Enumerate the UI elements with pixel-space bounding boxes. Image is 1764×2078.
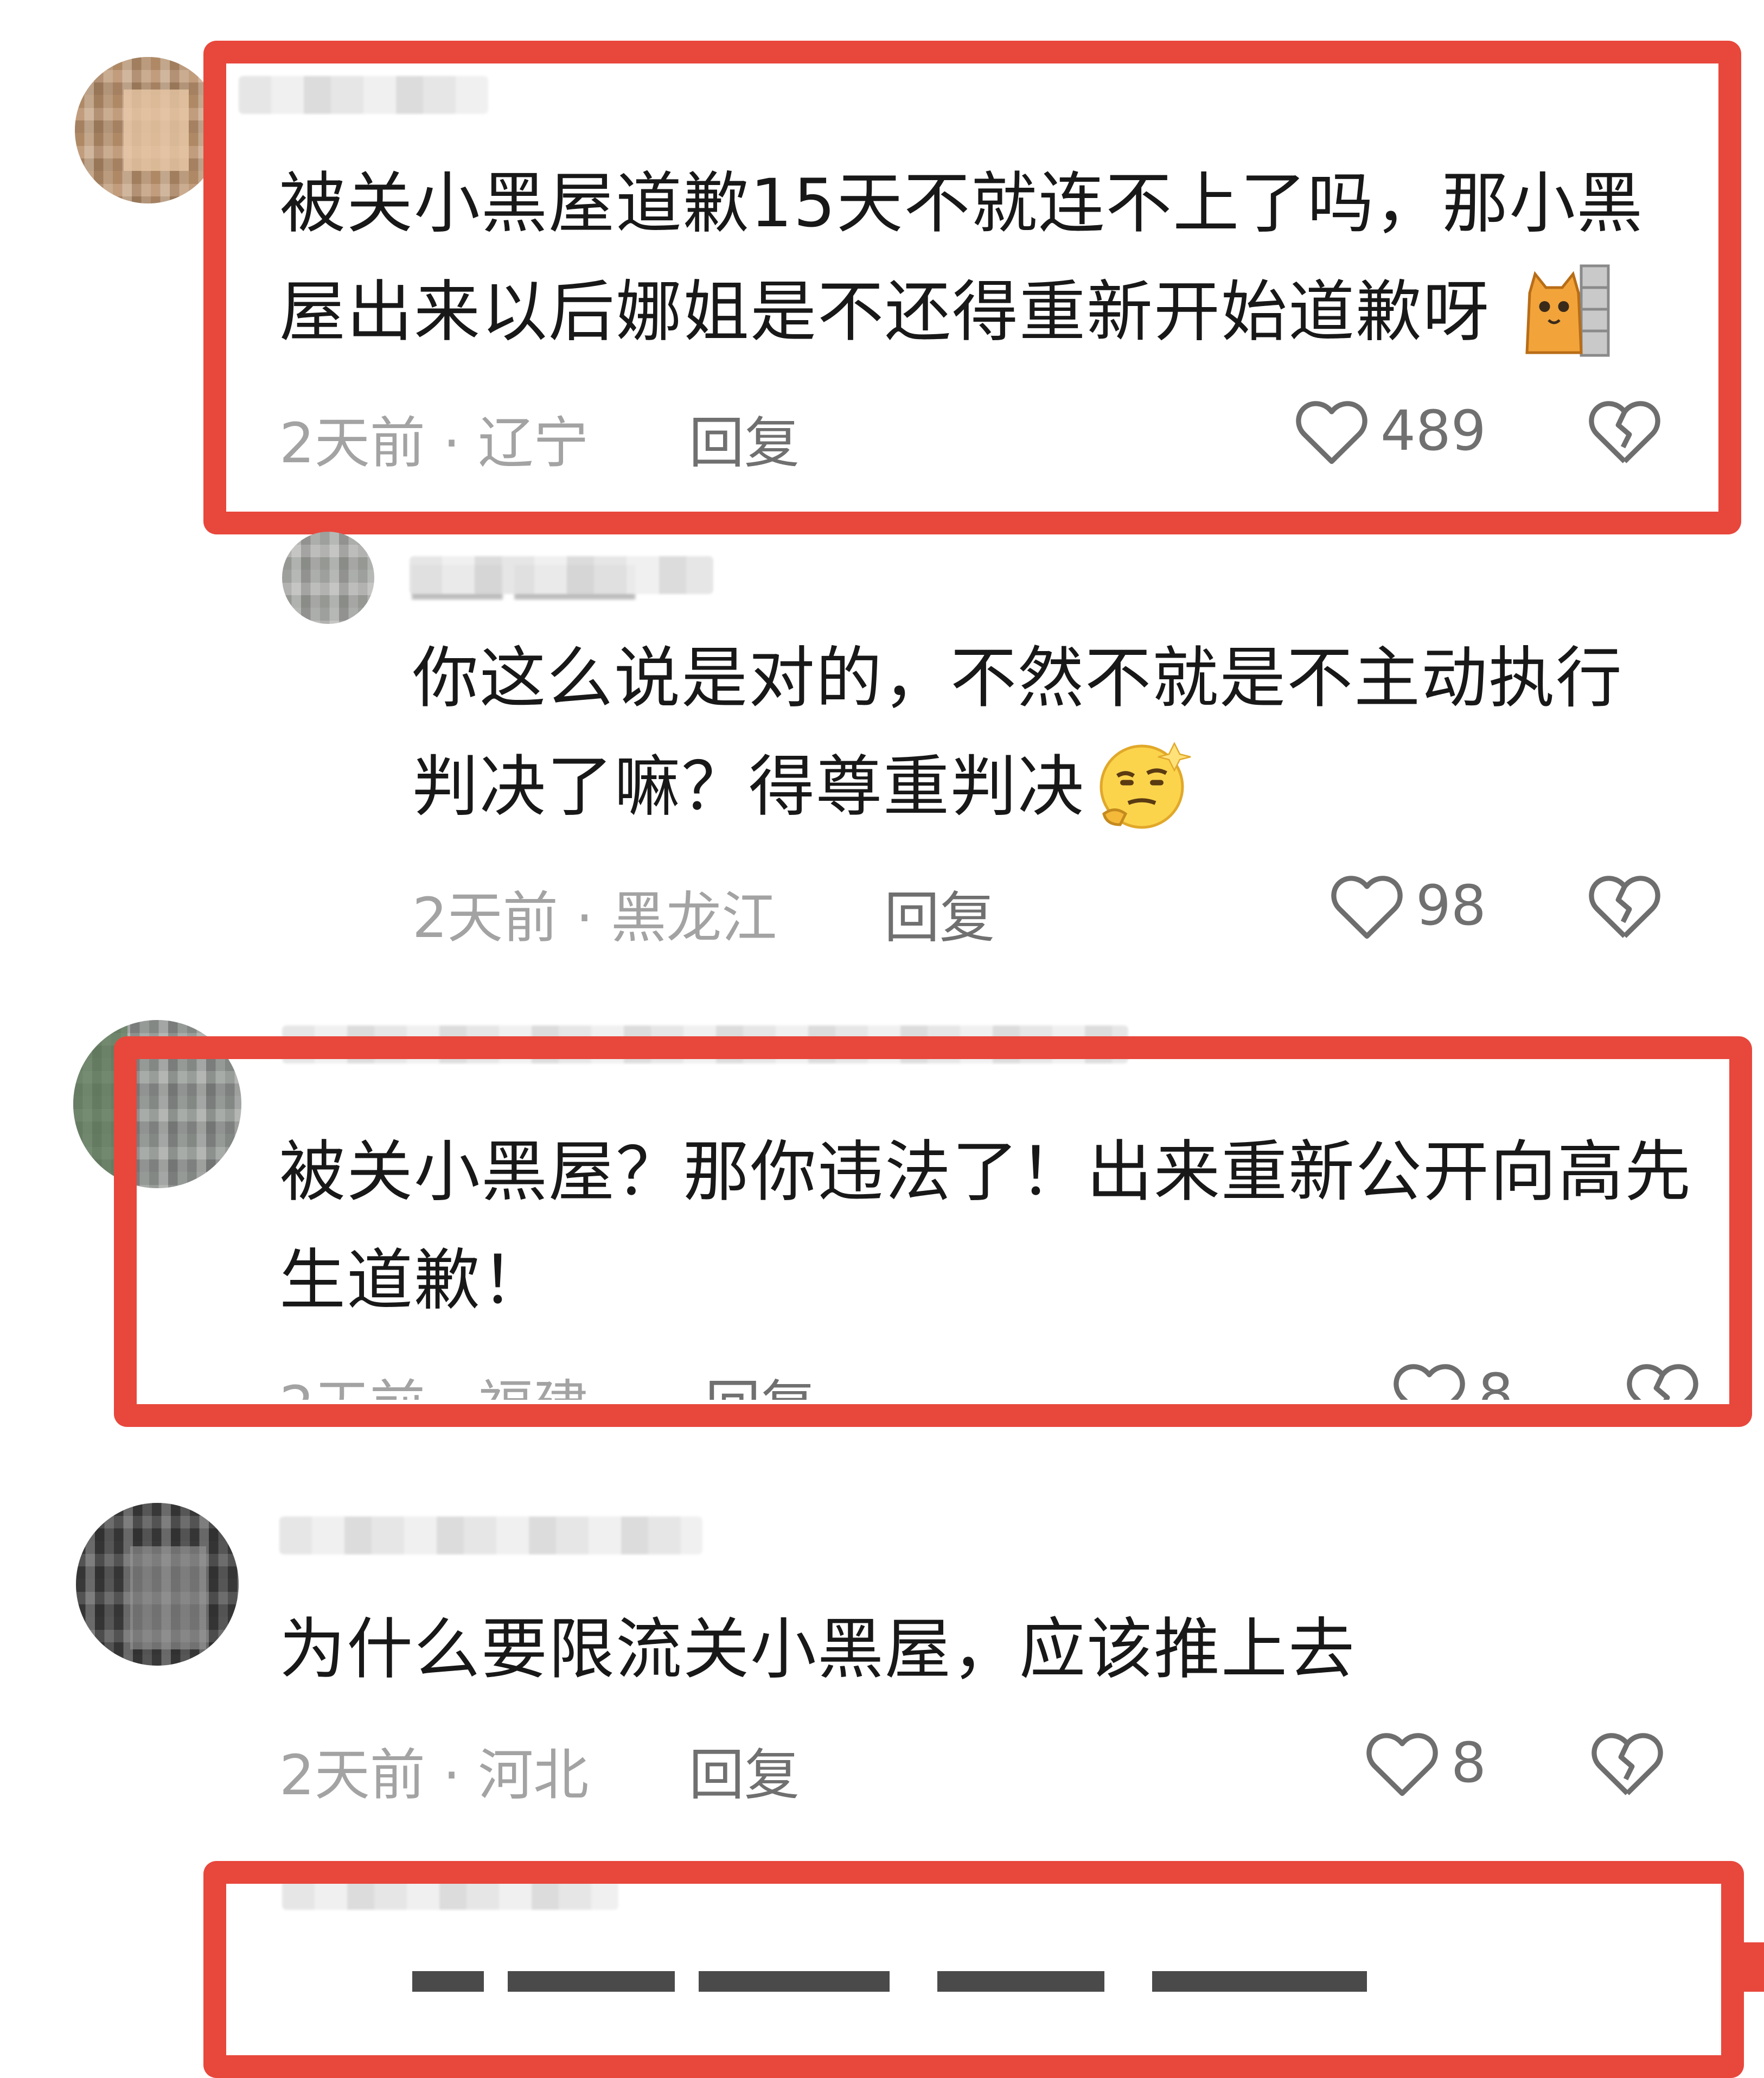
- avatar[interactable]: [75, 57, 221, 203]
- heart-icon[interactable]: [1364, 1728, 1440, 1799]
- reply-button[interactable]: 回复: [884, 874, 995, 953]
- dislike-broken-heart-icon[interactable]: [1587, 871, 1663, 941]
- comment-time: 2天前: [279, 1743, 425, 1808]
- avatar[interactable]: [282, 532, 374, 624]
- comment-location: 黑龙江: [611, 886, 777, 951]
- separator: ·: [443, 1743, 461, 1808]
- comment-text: 为什么要限流关小黑屋，应该推上去: [279, 1611, 1356, 1688]
- comment-meta: 2天前 · 黑龙江: [412, 874, 777, 953]
- comment-text: 你这么说是对的，不然不就是不主动执行判决了嘛？得尊重判决: [412, 640, 1623, 825]
- separator: ·: [576, 886, 593, 951]
- comment-meta: 2天前 · 河北: [279, 1731, 589, 1811]
- username-blurred[interactable]: [410, 556, 713, 594]
- watermark-fragment: [1730, 1942, 1764, 1992]
- like-count: 8: [1451, 1731, 1486, 1795]
- highlight-box: [203, 41, 1741, 534]
- like-count: 98: [1416, 874, 1486, 938]
- highlight-box: [114, 1036, 1752, 1427]
- smirk-thinking-emoji: [1100, 742, 1191, 829]
- highlight-box: [203, 1861, 1744, 2078]
- dislike-broken-heart-icon[interactable]: [1589, 1728, 1665, 1799]
- reply-button[interactable]: 回复: [689, 1731, 800, 1811]
- comment-location: 河北: [478, 1743, 589, 1808]
- heart-icon[interactable]: [1329, 871, 1405, 941]
- username-blurred[interactable]: [279, 1516, 702, 1554]
- avatar[interactable]: [76, 1503, 239, 1666]
- comment-time: 2天前: [412, 886, 558, 951]
